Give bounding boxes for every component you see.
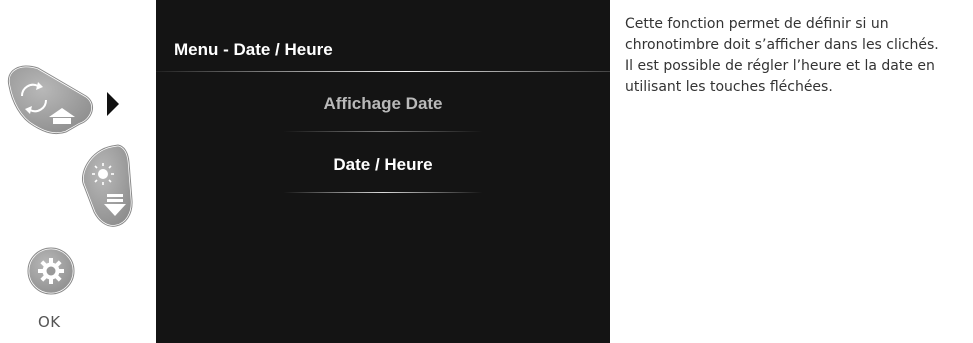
menu-item-divider-selected <box>283 192 483 193</box>
menu-item-date-display[interactable]: Affichage Date <box>156 94 610 114</box>
rotate-up-button-icon[interactable] <box>7 64 94 135</box>
menu-title: Menu - Date / Heure <box>174 40 333 59</box>
brightness-down-button-icon[interactable] <box>81 143 134 228</box>
description-text: Cette fonction permet de définir si un c… <box>625 14 971 98</box>
arrow-right-icon <box>107 92 119 116</box>
description-paragraph-1: Cette fonction permet de définir si un c… <box>625 16 939 53</box>
device-controls: OK <box>0 0 150 343</box>
settings-ok-button-icon[interactable] <box>26 246 76 296</box>
menu-item-divider <box>283 131 483 132</box>
title-divider <box>156 71 610 72</box>
device-screen: Menu - Date / Heure Affichage Date Date … <box>156 0 610 343</box>
control-buttons-illustration <box>7 64 134 296</box>
description-paragraph-2: Il est possible de régler l’heure et la … <box>625 58 935 95</box>
ok-label: OK <box>38 313 61 331</box>
menu-item-date-time[interactable]: Date / Heure <box>156 155 610 175</box>
